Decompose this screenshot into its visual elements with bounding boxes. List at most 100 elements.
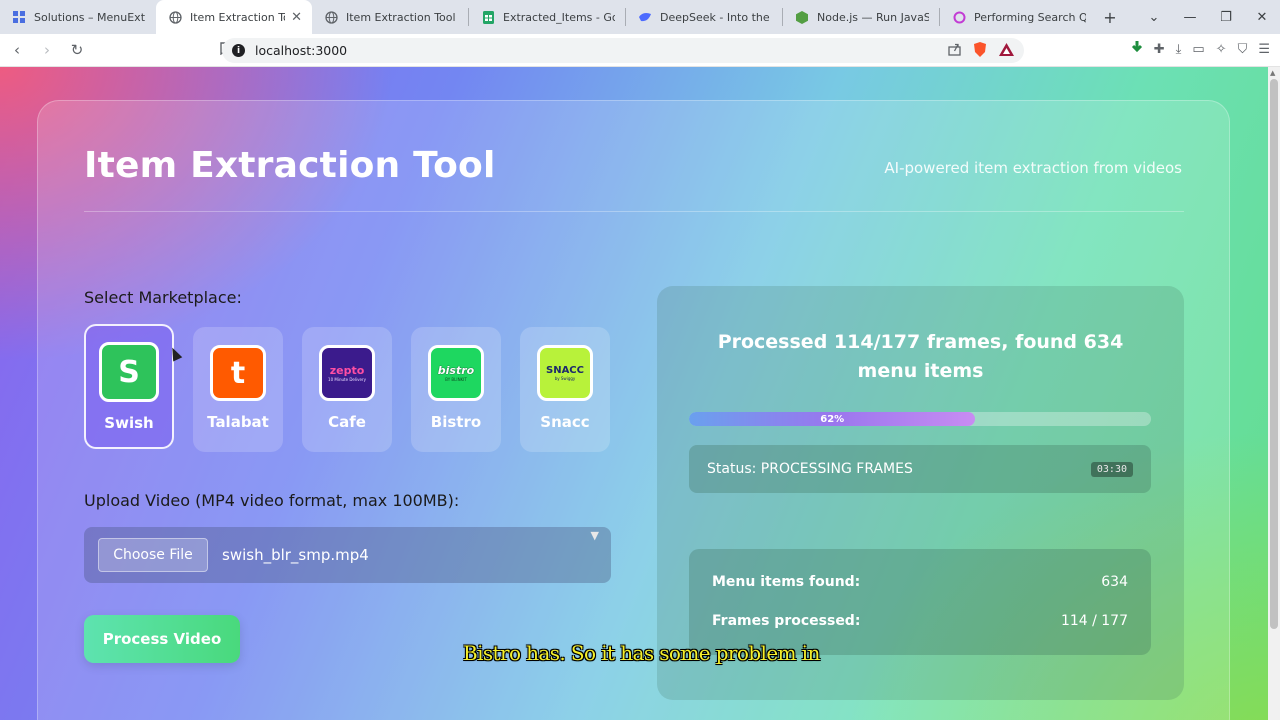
new-tab-button[interactable]: + — [1096, 8, 1124, 27]
restore-icon[interactable]: ❐ — [1208, 10, 1244, 25]
choose-file-button[interactable]: Choose File — [98, 538, 208, 572]
marketplace-label: Select Marketplace: — [84, 288, 242, 307]
leo-ai-icon[interactable]: ✧ — [1216, 42, 1227, 57]
toolbar-actions: ✚ ⤓ ▭ ✧ ⛉ ☰ — [1131, 41, 1270, 58]
window-controls: ⌄ — ❐ ✕ — [1136, 0, 1280, 34]
video-caption: Bistro has. So it has some problem in — [463, 641, 820, 665]
close-tab-icon[interactable]: ✕ — [291, 10, 302, 25]
extensions-icon[interactable]: ✚ — [1154, 42, 1165, 57]
globe-icon — [324, 10, 338, 24]
progress-panel: Processed 114/177 frames, found 634 menu… — [657, 286, 1184, 700]
marketplace-talabat[interactable]: t Talabat — [193, 327, 283, 452]
tab-title: Solutions – MenuExt – Go — [34, 10, 146, 24]
marketplace-name: Bistro — [430, 413, 482, 431]
forward-icon[interactable]: › — [34, 41, 60, 59]
status-text: Status: PROCESSING FRAMES — [707, 461, 913, 477]
stat-menu-items: Menu items found: 634 — [712, 574, 1128, 590]
stat-value: 114 / 177 — [1060, 613, 1128, 629]
selected-file-name: swish_blr_smp.mp4 — [222, 546, 369, 564]
stats-box: Menu items found: 634 Frames processed: … — [689, 549, 1151, 655]
status-box: Status: PROCESSING FRAMES 03:30 — [689, 445, 1151, 493]
menu-icon[interactable]: ☰ — [1258, 42, 1270, 57]
marketplace-name: Talabat — [207, 413, 269, 431]
search-app-icon — [952, 10, 966, 24]
marketplace-name: Snacc — [540, 413, 590, 431]
address-bar[interactable]: i localhost:3000 — [222, 38, 1024, 63]
url-text: localhost:3000 — [255, 43, 348, 58]
scrollbar-thumb[interactable] — [1270, 79, 1278, 629]
tab-item-extraction[interactable]: Item Extraction Tool — [312, 0, 468, 34]
tab-title: Item Extraction Tool — [346, 10, 456, 24]
download-arrow-icon[interactable] — [1131, 41, 1143, 58]
tab-nodejs[interactable]: Node.js — Run JavaScript — [783, 0, 939, 34]
downloads-icon[interactable]: ⤓ — [1176, 42, 1182, 57]
grid-icon — [12, 10, 26, 24]
marketplace-swish[interactable]: S Swish — [84, 324, 174, 449]
browser-toolbar: ‹ › ↻ i localhost:3000 ✚ ⤓ ▭ ✧ ⛉ ☰ — [0, 34, 1280, 67]
elapsed-timer: 03:30 — [1090, 461, 1133, 477]
marketplace-name: Cafe — [328, 413, 366, 431]
share-icon[interactable] — [948, 43, 961, 59]
reload-icon[interactable]: ↻ — [64, 41, 90, 59]
progress-percent-label: 62% — [820, 413, 845, 425]
snacc-logo-subtext: by Swiggy — [554, 376, 576, 381]
talabat-logo: t — [210, 345, 266, 401]
zepto-logo-subtext: 10 Minute Delivery — [328, 377, 366, 382]
page-viewport: Item Extraction Tool AI-powered item ext… — [0, 67, 1268, 720]
omnibox-actions — [948, 42, 1014, 60]
page-subtitle: AI-powered item extraction from videos — [884, 159, 1182, 177]
tab-title: Extracted_Items - Google — [503, 10, 615, 24]
page-title: Item Extraction Tool — [84, 145, 496, 186]
tab-title: DeepSeek - Into the Unkn — [660, 10, 772, 24]
marketplace-name: Swish — [104, 414, 154, 432]
sheets-icon — [481, 10, 495, 24]
dropdown-arrow-icon[interactable]: ▼ — [591, 529, 599, 542]
swish-logo-letter: S — [118, 354, 140, 390]
file-upload-input[interactable]: Choose File swish_blr_smp.mp4 ▼ — [84, 527, 611, 583]
tab-title: Item Extraction Tool — [190, 10, 285, 24]
tab-extracted-items[interactable]: Extracted_Items - Google — [469, 0, 625, 34]
vpn-shield-icon[interactable]: ⛉ — [1238, 42, 1248, 57]
marketplace-snacc[interactable]: SNACC by Swiggy Snacc — [520, 327, 610, 452]
marketplace-bistro[interactable]: bistro BY BLINKIT Bistro — [411, 327, 501, 452]
nodejs-icon — [795, 10, 809, 24]
talabat-logo-letter: t — [230, 355, 246, 391]
swish-logo: S — [99, 342, 159, 402]
bistro-logo-subtext: BY BLINKIT — [445, 377, 467, 382]
brave-shield-icon[interactable] — [973, 42, 987, 60]
tab-bar: Solutions – MenuExt – Go Item Extraction… — [0, 0, 1280, 34]
tab-item-extraction-active[interactable]: Item Extraction Tool ✕ — [156, 0, 312, 34]
scroll-up-arrow-icon[interactable]: ▲ — [1270, 69, 1275, 77]
tab-list-chevron-icon[interactable]: ⌄ — [1136, 10, 1172, 25]
main-card: Item Extraction Tool AI-powered item ext… — [37, 100, 1230, 720]
zepto-logo-text: zepto — [329, 364, 365, 377]
stat-label: Frames processed: — [712, 613, 861, 629]
bistro-logo-text: bistro — [437, 364, 475, 377]
tab-title: Performing Search Querie — [974, 10, 1086, 24]
site-info-icon[interactable]: i — [232, 44, 245, 57]
process-video-button[interactable]: Process Video — [84, 615, 240, 663]
tab-title: Node.js — Run JavaScript — [817, 10, 929, 24]
progress-bar-fill: 62% — [689, 412, 976, 426]
zepto-logo: zepto 10 Minute Delivery — [319, 345, 375, 401]
page-scrollbar[interactable]: ▲ — [1268, 67, 1280, 720]
close-window-icon[interactable]: ✕ — [1244, 10, 1280, 25]
brave-rewards-icon[interactable] — [999, 43, 1014, 59]
progress-heading: Processed 114/177 frames, found 634 menu… — [717, 331, 1124, 382]
progress-bar: 62% — [689, 412, 1151, 426]
globe-icon — [168, 10, 182, 24]
tab-performing-search[interactable]: Performing Search Querie — [940, 0, 1096, 34]
minimize-icon[interactable]: — — [1172, 10, 1208, 25]
tab-deepseek[interactable]: DeepSeek - Into the Unkn — [626, 0, 782, 34]
wallet-icon[interactable]: ▭ — [1192, 42, 1204, 57]
deepseek-icon — [638, 10, 652, 24]
snacc-logo: SNACC by Swiggy — [537, 345, 593, 401]
stat-frames-processed: Frames processed: 114 / 177 — [712, 613, 1128, 629]
upload-label: Upload Video (MP4 video format, max 100M… — [84, 491, 460, 510]
snacc-logo-text: SNACC — [546, 365, 584, 376]
stat-label: Menu items found: — [712, 574, 861, 590]
back-icon[interactable]: ‹ — [4, 41, 30, 59]
tab-solutions[interactable]: Solutions – MenuExt – Go — [0, 0, 156, 34]
header-divider — [84, 211, 1184, 212]
marketplace-cafe[interactable]: zepto 10 Minute Delivery Cafe — [302, 327, 392, 452]
